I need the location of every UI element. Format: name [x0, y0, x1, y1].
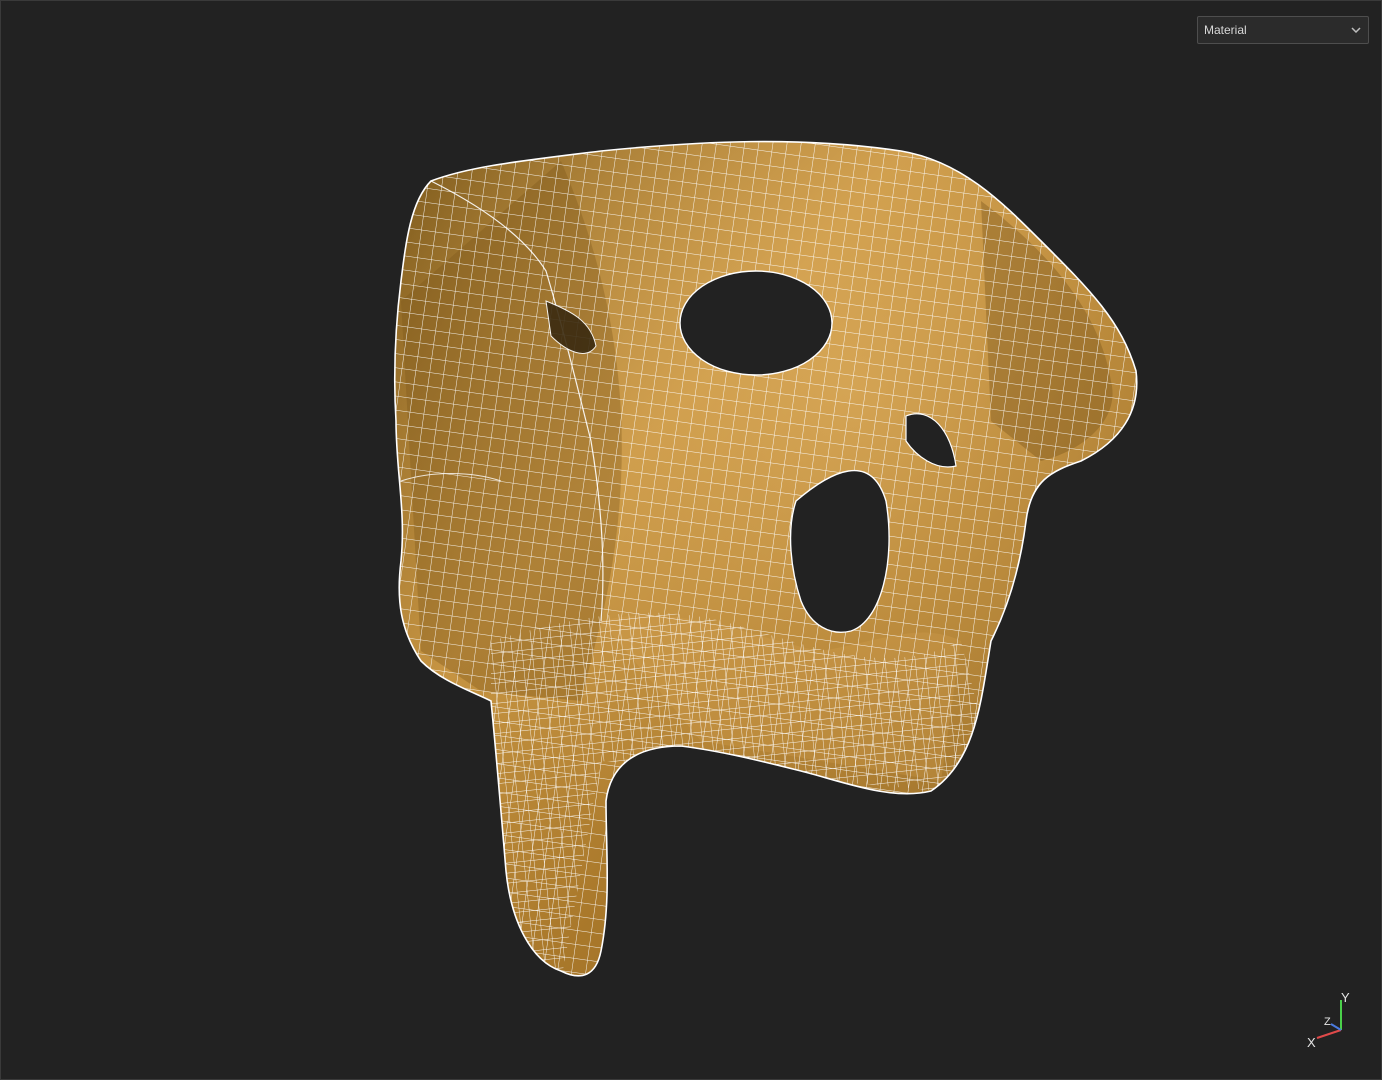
mesh-model[interactable] — [1, 1, 1381, 1079]
shading-mode-value: Material — [1204, 23, 1247, 37]
axis-y-label: Y — [1341, 990, 1350, 1005]
axis-z-label: Z — [1324, 1016, 1331, 1028]
shading-mode-select[interactable]: Material — [1197, 16, 1369, 44]
eye-hole-upper — [679, 270, 833, 376]
chevron-down-icon — [1350, 17, 1362, 43]
axis-x-label: X — [1307, 1035, 1316, 1050]
3d-viewport[interactable]: Material Y X Z — [0, 0, 1382, 1080]
